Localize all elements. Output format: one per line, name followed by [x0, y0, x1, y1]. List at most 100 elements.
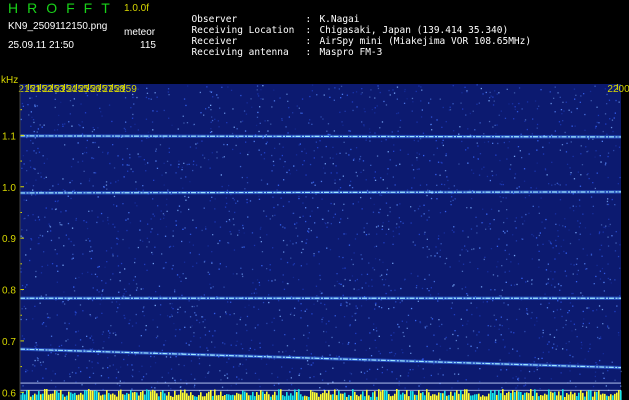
- noise-dot: [107, 367, 109, 369]
- noise-dot: [512, 377, 514, 379]
- noise-dot: [531, 133, 533, 135]
- noise-dot: [527, 313, 529, 315]
- noise-dot: [117, 179, 119, 182]
- noise-dot: [56, 314, 58, 316]
- noise-dot: [477, 145, 479, 147]
- power-bar-sample: [378, 389, 380, 400]
- noise-dot: [603, 226, 605, 228]
- noise-dot: [306, 345, 308, 347]
- noise-dot: [271, 372, 273, 375]
- noise-dot: [56, 253, 58, 255]
- noise-dot: [536, 123, 539, 126]
- noise-dot: [470, 207, 472, 209]
- noise-dot: [241, 176, 243, 179]
- noise-dot: [26, 170, 28, 172]
- noise-dot: [483, 166, 485, 168]
- noise-dot: [498, 92, 500, 94]
- noise-dot: [35, 95, 37, 97]
- noise-dot: [27, 214, 29, 217]
- noise-dot: [458, 260, 460, 262]
- noise-dot: [188, 300, 190, 302]
- noise-dot: [368, 128, 371, 130]
- noise-dot: [335, 153, 338, 155]
- noise-dot: [132, 279, 135, 281]
- noise-dot: [272, 247, 274, 249]
- noise-dot: [614, 250, 617, 252]
- noise-dot: [282, 351, 284, 353]
- noise-dot: [82, 153, 84, 155]
- noise-dot: [172, 245, 175, 247]
- noise-dot: [208, 106, 210, 109]
- noise-dot: [430, 255, 432, 257]
- noise-dot: [211, 152, 213, 154]
- noise-dot: [150, 98, 152, 100]
- noise-dot: [570, 320, 572, 322]
- noise-dot: [601, 255, 603, 257]
- noise-dot: [324, 163, 326, 165]
- noise-dot: [223, 156, 225, 158]
- power-bar-sample: [344, 392, 346, 400]
- noise-dot: [132, 369, 134, 371]
- noise-dot: [116, 255, 119, 257]
- noise-dot: [82, 345, 84, 348]
- noise-dot: [39, 302, 41, 304]
- noise-dot: [210, 109, 212, 111]
- noise-dot: [512, 348, 514, 350]
- noise-dot: [542, 146, 544, 148]
- noise-dot: [344, 267, 346, 269]
- noise-dot: [230, 194, 232, 196]
- noise-dot: [420, 215, 423, 217]
- noise-dot: [538, 337, 540, 339]
- noise-dot: [354, 280, 356, 282]
- noise-dot: [515, 227, 517, 229]
- noise-dot: [117, 155, 119, 157]
- noise-dot: [175, 224, 177, 226]
- power-bar-sample: [180, 389, 182, 400]
- noise-dot: [295, 227, 297, 229]
- noise-dot: [606, 200, 609, 203]
- noise-dot: [152, 253, 154, 255]
- noise-dot: [474, 350, 477, 352]
- noise-dot: [214, 346, 216, 348]
- noise-dot: [518, 102, 520, 105]
- noise-dot: [68, 322, 70, 325]
- x-tick-label-8: 2159: [115, 84, 138, 95]
- noise-dot: [554, 271, 556, 273]
- noise-dot: [607, 245, 610, 247]
- noise-dot: [538, 250, 540, 252]
- noise-dot: [115, 377, 118, 379]
- noise-dot: [397, 112, 400, 114]
- noise-dot: [23, 218, 25, 220]
- noise-dot: [572, 205, 574, 207]
- noise-dot: [537, 358, 540, 360]
- noise-dot: [281, 366, 283, 368]
- power-bar-sample: [112, 393, 114, 400]
- noise-dot: [411, 97, 414, 100]
- noise-dot: [321, 292, 323, 294]
- noise-dot: [403, 279, 406, 281]
- noise-dot: [292, 243, 294, 245]
- noise-dot: [413, 177, 415, 179]
- noise-dot: [430, 116, 433, 118]
- noise-dot: [286, 244, 288, 246]
- noise-dot: [391, 339, 393, 341]
- noise-dot: [299, 216, 301, 218]
- noise-dot: [93, 129, 95, 131]
- noise-dot: [309, 376, 311, 379]
- power-bar-sample: [320, 394, 322, 400]
- noise-dot: [309, 119, 311, 121]
- noise-dot: [88, 180, 91, 182]
- noise-dot: [183, 261, 186, 263]
- noise-dot: [334, 179, 336, 181]
- noise-dot: [109, 162, 111, 165]
- noise-dot: [273, 206, 275, 209]
- noise-dot: [511, 103, 514, 105]
- noise-dot: [168, 147, 170, 149]
- noise-dot: [204, 334, 207, 336]
- noise-dot: [50, 352, 52, 354]
- noise-dot: [298, 197, 300, 200]
- power-bar-sample: [424, 395, 426, 400]
- noise-dot: [167, 88, 170, 90]
- power-bar-sample: [402, 392, 404, 400]
- noise-dot: [460, 318, 462, 320]
